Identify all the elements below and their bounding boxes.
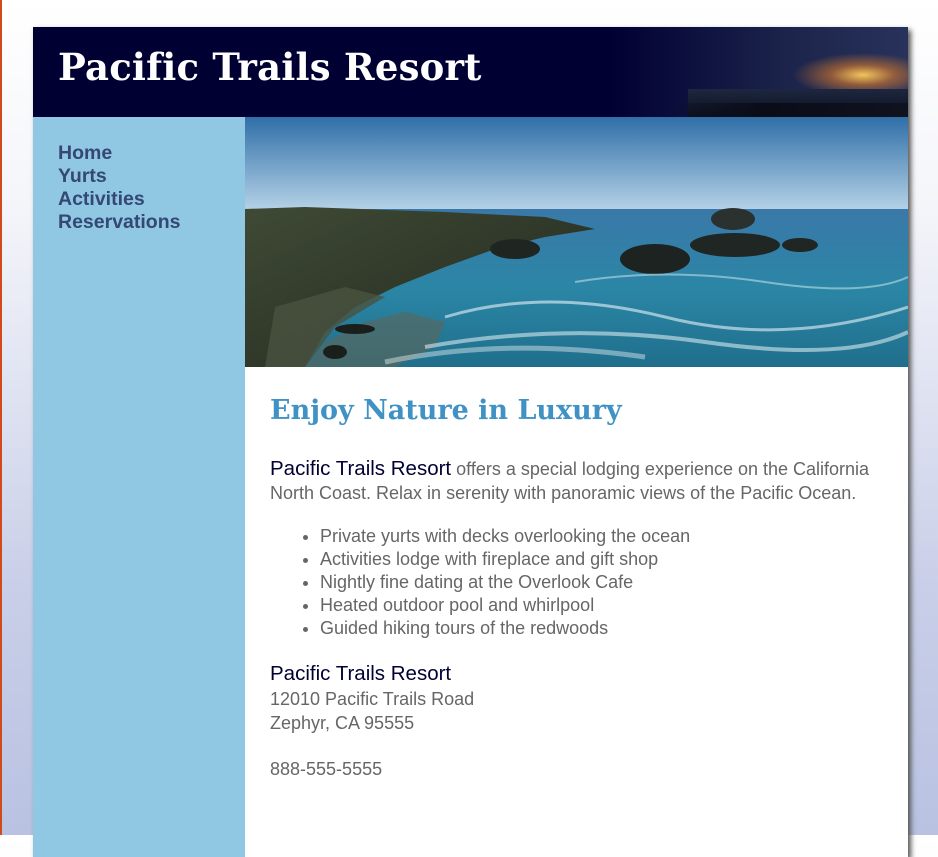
features-list: Private yurts with decks overlooking the…	[270, 525, 890, 640]
intro-resort-name: Pacific Trails Resort	[270, 457, 452, 480]
main-content: Enjoy Nature in Luxury Pacific Trails Re…	[270, 389, 890, 781]
contact-city: Zephyr, CA 95555	[270, 713, 415, 733]
contact-info: Pacific Trails Resort 12010 Pacific Trai…	[270, 661, 890, 781]
feature-item: Heated outdoor pool and whirlpool	[320, 594, 890, 617]
feature-item: Private yurts with decks overlooking the…	[320, 525, 890, 548]
feature-item: Nightly fine dating at the Overlook Cafe	[320, 571, 890, 594]
site-title: Pacific Trails Resort	[58, 45, 482, 89]
page-wrapper: Pacific Trails Resort Home Yurts Activit…	[33, 27, 908, 857]
sidebar-nav: Home Yurts Activities Reservations	[33, 117, 245, 857]
header-sunset-image	[608, 27, 908, 117]
intro-paragraph: Pacific Trails Resort offers a special l…	[270, 457, 890, 505]
nav-activities-link[interactable]: Activities	[58, 188, 145, 210]
nav-yurts-link[interactable]: Yurts	[58, 165, 107, 187]
page-left-border	[0, 0, 2, 835]
feature-item: Guided hiking tours of the redwoods	[320, 617, 890, 640]
main-heading: Enjoy Nature in Luxury	[270, 395, 622, 426]
header-rocks	[668, 103, 908, 117]
site-header: Pacific Trails Resort	[33, 27, 908, 117]
hero-coast-image	[245, 117, 908, 367]
contact-phone: 888-555-5555	[270, 759, 383, 779]
nav-reservations-link[interactable]: Reservations	[58, 211, 180, 233]
feature-item: Activities lodge with fireplace and gift…	[320, 548, 890, 571]
contact-street: 12010 Pacific Trails Road	[270, 689, 475, 709]
coast-photo	[245, 117, 908, 367]
nav-home-link[interactable]: Home	[58, 142, 112, 164]
contact-name: Pacific Trails Resort	[270, 662, 452, 685]
